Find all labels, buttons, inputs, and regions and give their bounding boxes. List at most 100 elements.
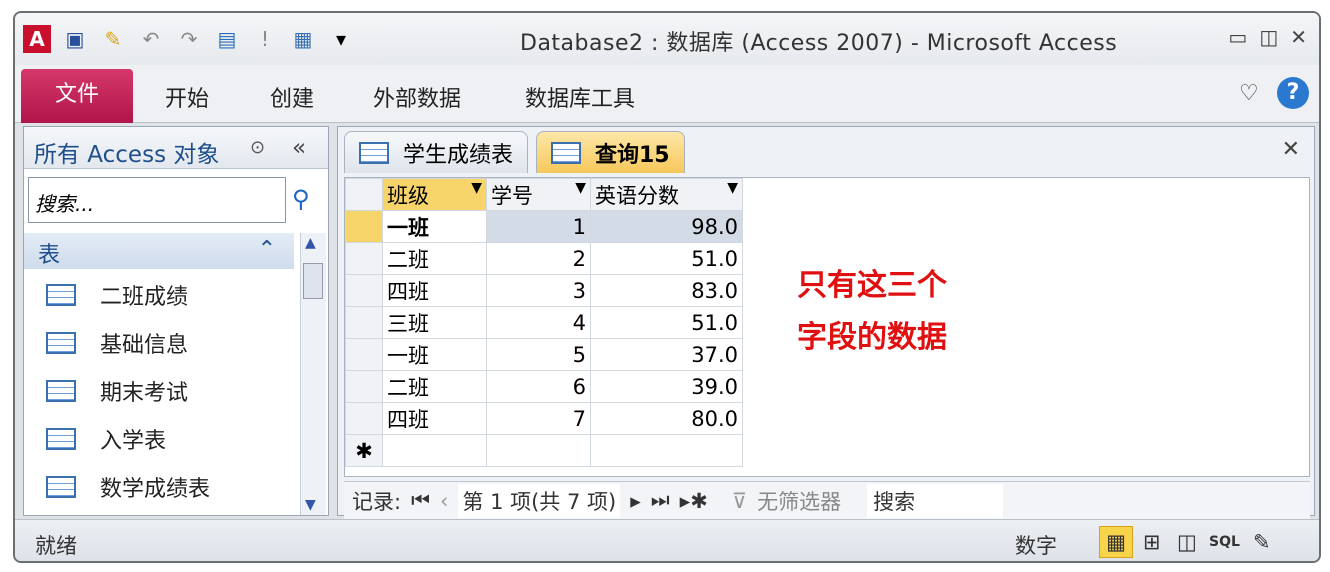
status-bar: 就绪 数字 ▦ ⊞ ◫ SQL ✎ [15,519,1319,561]
table-row[interactable]: 四班 3 83.0 [345,274,743,307]
cell[interactable]: 四班 [382,274,487,307]
pivotchart-view-icon[interactable]: ◫ [1177,530,1197,554]
column-header[interactable]: 学号 ▼ [486,178,591,211]
table-row[interactable]: 三班 4 51.0 [345,306,743,339]
title-bar: A ▣ ✎ ↶ ↷ ▤ ! ▦ ▾ Database2 : 数据库 (Acces… [15,13,1319,65]
cell[interactable]: 98.0 [590,210,743,243]
close-icon[interactable]: ✕ [1290,25,1307,49]
new-row-marker[interactable]: ✱ [345,434,383,467]
collapse-group-icon[interactable]: ⌃ [258,237,276,262]
collapse-nav-icon[interactable]: « [292,135,306,161]
nav-item[interactable]: 入学表 [46,423,166,455]
nav-search-input[interactable]: 搜索... [28,177,286,223]
row-selector[interactable] [345,370,383,403]
first-record-icon[interactable]: ⏮ [411,488,430,513]
next-record-icon[interactable]: ▸ [630,489,641,513]
cell[interactable]: 2 [486,242,591,275]
customize-toolbar-icon[interactable]: ▾ [327,25,355,53]
cell[interactable]: 1 [486,210,591,243]
cell[interactable]: 37.0 [590,338,743,371]
cell[interactable] [486,434,591,467]
cell[interactable]: 二班 [382,242,487,275]
tab-label: 学生成绩表 [403,142,514,168]
datasheet-view-icon[interactable]: ▦ [1099,526,1133,558]
cell[interactable]: 83.0 [590,274,743,307]
cell[interactable]: 80.0 [590,402,743,435]
row-selector[interactable] [345,242,383,275]
datasheet: 班级 ▼ 学号 ▼ 英语分数 ▼ 一班 1 98.0 二班 2 51.0 四班 3 83.0 三班 4 51… [344,177,1310,477]
nav-title[interactable]: 所有 Access 对象 [34,142,219,168]
record-search-input[interactable]: 搜索 [867,483,1004,518]
cell[interactable]: 51.0 [590,306,743,339]
cell[interactable] [590,434,743,467]
cell[interactable]: 四班 [382,402,487,435]
row-selector[interactable] [345,210,383,243]
prev-record-icon[interactable]: ‹ [440,489,448,513]
nav-scrollbar[interactable]: ▲ ▼ [300,233,326,515]
nav-item[interactable]: 数学成绩表 [46,471,210,503]
design-view-icon[interactable]: ✎ [1253,530,1271,554]
table-row[interactable]: 二班 2 51.0 [345,242,743,275]
nav-dropdown-icon[interactable]: ⊙ [250,137,265,158]
record-position-input[interactable]: 第 1 项(共 7 项) [458,483,621,518]
cell[interactable]: 三班 [382,306,487,339]
row-selector[interactable] [345,306,383,339]
search-icon[interactable]: ⚲ [292,185,310,213]
cell[interactable]: 51.0 [590,242,743,275]
tab-file[interactable]: 文件 [21,69,133,123]
undo-icon[interactable]: ↶ [137,25,165,53]
tab-query15[interactable]: 查询15 [536,131,685,173]
help-icon[interactable]: ? [1277,77,1309,109]
cell[interactable]: 二班 [382,370,487,403]
filter-status[interactable]: 无筛选器 [757,486,841,516]
query-icon [551,141,581,164]
row-selector[interactable] [345,338,383,371]
sql-view-button[interactable]: SQL [1209,534,1240,550]
table-row[interactable]: 一班 5 37.0 [345,338,743,371]
tab-student-scores[interactable]: 学生成绩表 [344,131,529,173]
table-row[interactable]: 一班 1 98.0 [345,210,743,243]
minimize-ribbon-icon[interactable]: ♡ [1239,81,1259,106]
last-record-icon[interactable]: ⏭ [651,488,670,513]
row-selector[interactable] [345,274,383,307]
nav-item[interactable]: 二班成绩 [46,279,188,311]
nav-item[interactable]: 期末考试 [46,375,188,407]
tab-home[interactable]: 开始 [165,81,209,113]
cell[interactable]: 3 [486,274,591,307]
record-label: 记录: [352,489,402,514]
select-all[interactable] [345,178,383,211]
cell[interactable]: 7 [486,402,591,435]
cell[interactable] [382,434,487,467]
table-row[interactable]: 二班 6 39.0 [345,370,743,403]
pivottable-view-icon[interactable]: ⊞ [1143,530,1161,554]
restore-icon[interactable]: ◫ [1259,25,1278,49]
design-icon[interactable]: ✎ [99,25,127,53]
table-row[interactable]: 四班 7 80.0 [345,402,743,435]
cell[interactable]: 一班 [382,338,487,371]
cell[interactable]: 4 [486,306,591,339]
minimize-icon[interactable]: ▭ [1228,25,1247,49]
window-title: Database2 : 数据库 (Access 2007) - Microsof… [520,31,1118,56]
cell[interactable]: 6 [486,370,591,403]
column-header[interactable]: 英语分数 ▼ [590,178,743,211]
table-icon[interactable]: ▦ [289,25,317,53]
new-record-icon[interactable]: ▸✱ [680,489,708,513]
cell[interactable]: 39.0 [590,370,743,403]
filter-icon[interactable]: ⊽ [732,489,747,513]
cell[interactable]: 5 [486,338,591,371]
tab-external-data[interactable]: 外部数据 [373,81,461,113]
tab-create[interactable]: 创建 [270,81,314,113]
nav-item[interactable]: 基础信息 [46,327,188,359]
column-header[interactable]: 班级 ▼ [382,178,487,211]
table-icon [359,141,389,164]
cell[interactable]: 一班 [382,210,487,243]
row-selector[interactable] [345,402,383,435]
close-document-icon[interactable]: ✕ [1282,137,1300,162]
run-icon[interactable]: ! [251,25,279,53]
view-icon[interactable]: ▤ [213,25,241,53]
redo-icon[interactable]: ↷ [175,25,203,53]
group-header-tables[interactable]: 表 ⌃ [24,233,294,269]
document-area: 学生成绩表 查询15 ✕ 班级 ▼ 学号 ▼ 英语分数 ▼ 一班 1 98.0 二班 2 51.… [337,126,1315,519]
tab-database-tools[interactable]: 数据库工具 [525,81,635,113]
save-icon[interactable]: ▣ [61,25,89,53]
